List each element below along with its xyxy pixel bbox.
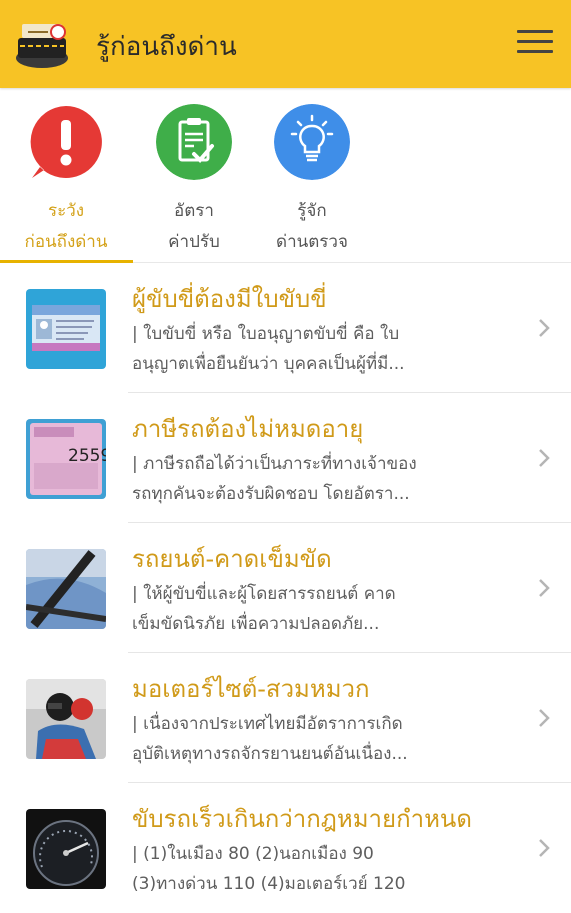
list-item[interactable]: ขับรถเร็วเกินกว่ากฎหมายกำหนด | (1)ในเมือ…: [0, 783, 571, 913]
tax-sticker-thumbnail: 2559: [26, 419, 106, 499]
tab-label-line1: รู้จัก: [297, 201, 327, 221]
chevron-right-icon: [539, 839, 550, 857]
app-title: รู้ก่อนถึงด่าน: [96, 32, 237, 62]
tab-label-line2: ค่าปรับ: [168, 232, 220, 252]
item-title: ภาษีรถต้องไม่หมดอายุ: [132, 415, 364, 443]
item-description-line1: | ใบขับขี่ หรือ ใบอนุญาตขับขี่ คือ ใบ: [132, 324, 400, 344]
item-description-line2: อุบัติเหตุทางรถจักรยานยนต์อันเนื่อง...: [132, 744, 408, 764]
chevron-right-icon: [539, 579, 550, 597]
chevron-right-icon: [539, 449, 550, 467]
item-title: ขับรถเร็วเกินกว่ากฎหมายกำหนด: [132, 805, 472, 833]
item-title: มอเตอร์ไซต์-สวมหมวก: [132, 675, 370, 703]
item-description-line2: (3)ทางด่วน 110 (4)มอเตอร์เวย์ 120: [132, 874, 406, 894]
item-description-line1: | เนื่องจากประเทศไทยมีอัตราการเกิด: [132, 714, 403, 734]
category-tabs: ระวัง ก่อนถึงด่าน อัตรา ค่าปรับ รู้จัก ด…: [0, 88, 571, 263]
item-description-line2: รถทุกคันจะต้องรับผิดชอบ โดยอัตรา...: [132, 484, 410, 504]
tab-label-line2: ก่อนถึงด่าน: [24, 232, 108, 252]
tab-beware-before-checkpoint[interactable]: ระวัง ก่อนถึงด่าน: [0, 88, 133, 263]
item-title: รถยนต์-คาดเข็มขัด: [132, 545, 332, 573]
chevron-right-icon: [539, 319, 550, 337]
tab-label-line1: ระวัง: [47, 201, 85, 221]
seatbelt-thumbnail: [26, 549, 106, 629]
item-description-line1: | ให้ผู้ขับขี่และผู้โดยสารรถยนต์ คาด: [132, 584, 396, 604]
list-item[interactable]: ผู้ขับขี่ต้องมีใบขับขี่ | ใบขับขี่ หรือ …: [0, 263, 571, 393]
warning-icon: [30, 106, 102, 178]
tab-fine-rates[interactable]: อัตรา ค่าปรับ: [128, 88, 260, 262]
tab-label-line2: ด่านตรวจ: [276, 232, 348, 252]
item-description-line1: | (1)ในเมือง 80 (2)นอกเมือง 90: [132, 844, 374, 864]
list-item[interactable]: รถยนต์-คาดเข็มขัด | ให้ผู้ขับขี่และผู้โด…: [0, 523, 571, 653]
clipboard-check-icon: [156, 104, 232, 180]
tab-label-line1: อัตรา: [174, 201, 214, 221]
item-description-line2: อนุญาตเพื่อยืนยันว่า บุคคลเป็นผู้ที่มี..…: [132, 354, 405, 374]
sticker-year: 2559: [68, 446, 106, 466]
hamburger-menu-icon[interactable]: [517, 30, 553, 58]
speedometer-thumbnail: [26, 809, 106, 889]
list-item[interactable]: 2559 ภาษีรถต้องไม่หมดอายุ | ภาษีรถถือได้…: [0, 393, 571, 523]
lightbulb-icon: [274, 104, 350, 180]
chevron-right-icon: [539, 709, 550, 727]
helmet-thumbnail: [26, 679, 106, 759]
item-description-line2: เข็มขัดนิรภัย เพื่อความปลอดภัย...: [132, 614, 380, 634]
app-bar: รู้ก่อนถึงด่าน: [0, 0, 571, 88]
list-item[interactable]: มอเตอร์ไซต์-สวมหมวก | เนื่องจากประเทศไทย…: [0, 653, 571, 783]
app-logo-icon: [16, 24, 68, 68]
item-description-line1: | ภาษีรถถือได้ว่าเป็นภาระที่ทางเจ้าของ: [132, 454, 417, 474]
item-title: ผู้ขับขี่ต้องมีใบขับขี่: [132, 285, 327, 313]
driver-license-thumbnail: [26, 289, 106, 369]
tab-know-checkpoints[interactable]: รู้จัก ด่านตรวจ: [246, 88, 378, 262]
